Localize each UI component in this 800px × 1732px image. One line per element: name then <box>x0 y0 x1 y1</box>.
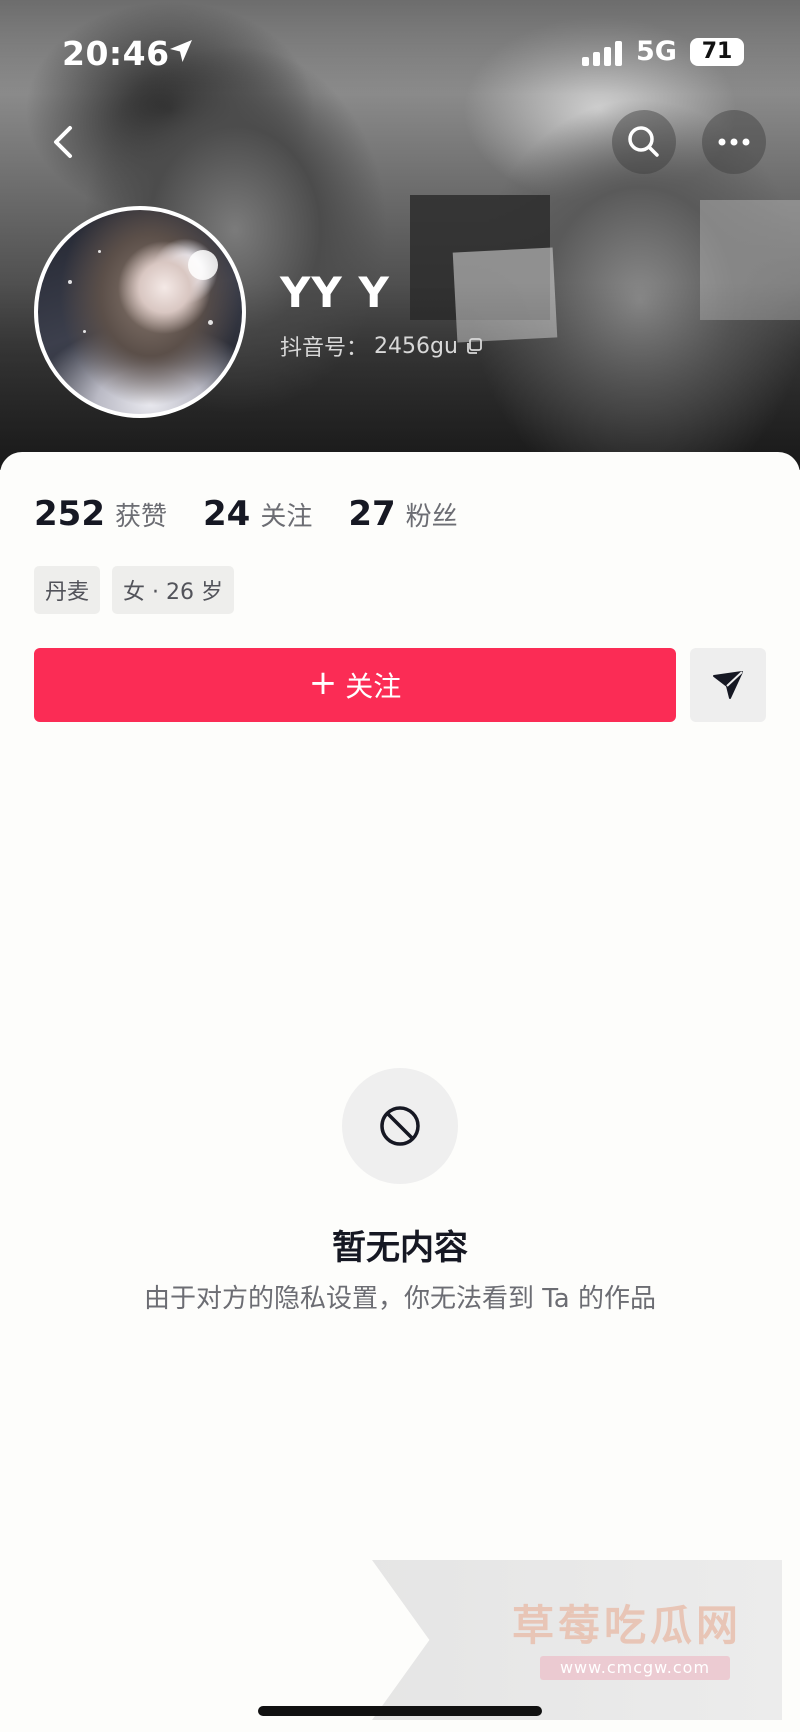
status-bar: 20:46 5G 71 <box>0 0 800 100</box>
more-icon <box>718 138 750 146</box>
watermark-title: 草莓吃瓜网 <box>512 1601 743 1650</box>
douyin-id-label: 抖音号： <box>280 336 369 361</box>
profile-sheet: 252 获赞 24 关注 27 粉丝 丹麦 女 · 26 岁 + 关注 暂无内容… <box>0 452 800 1732</box>
watermark-url: www.cmcgw.com <box>540 1656 730 1680</box>
battery-indicator: 71 <box>690 38 744 66</box>
copy-icon[interactable] <box>464 336 484 356</box>
send-icon <box>713 671 743 699</box>
status-time: 20:46 <box>62 34 170 73</box>
follow-button[interactable]: + 关注 <box>34 648 676 722</box>
follow-label: 关注 <box>345 670 402 703</box>
stat-label: 获赞 <box>114 502 167 532</box>
stat-likes[interactable]: 252 获赞 <box>34 494 167 534</box>
home-indicator[interactable] <box>258 1706 542 1716</box>
douyin-id-value: 2456gu <box>374 333 458 359</box>
more-options-button[interactable] <box>702 110 766 174</box>
douyin-id[interactable]: 抖音号： 2456gu <box>280 330 484 362</box>
empty-state-icon-circle <box>342 1068 458 1184</box>
empty-state-description: 由于对方的隐私设置，你无法看到 Ta 的作品 <box>143 1284 657 1314</box>
location-arrow-icon <box>170 40 192 62</box>
tag-gender-age: 女 · 26 岁 <box>112 566 234 614</box>
signal-icon <box>582 40 626 66</box>
profile-tags: 丹麦 女 · 26 岁 <box>34 566 234 614</box>
stat-label: 粉丝 <box>405 502 458 532</box>
plus-icon: + <box>308 663 338 703</box>
username: YY Y <box>280 268 390 317</box>
network-type: 5G <box>636 36 677 67</box>
profile-stats: 252 获赞 24 关注 27 粉丝 <box>34 494 458 534</box>
back-button[interactable] <box>32 110 96 174</box>
stat-label: 关注 <box>260 502 313 532</box>
empty-state-title: 暂无内容 <box>332 1228 468 1268</box>
stat-value: 24 <box>203 494 251 534</box>
search-icon <box>628 126 659 157</box>
search-button[interactable] <box>612 110 676 174</box>
stat-value: 252 <box>34 494 105 534</box>
stat-following[interactable]: 24 关注 <box>203 494 312 534</box>
forbidden-icon <box>380 1106 420 1146</box>
stat-value: 27 <box>348 494 396 534</box>
back-icon <box>54 126 72 158</box>
tag-location: 丹麦 <box>34 566 101 614</box>
avatar[interactable] <box>34 206 246 418</box>
stat-followers[interactable]: 27 粉丝 <box>348 494 457 534</box>
send-message-button[interactable] <box>690 648 766 722</box>
